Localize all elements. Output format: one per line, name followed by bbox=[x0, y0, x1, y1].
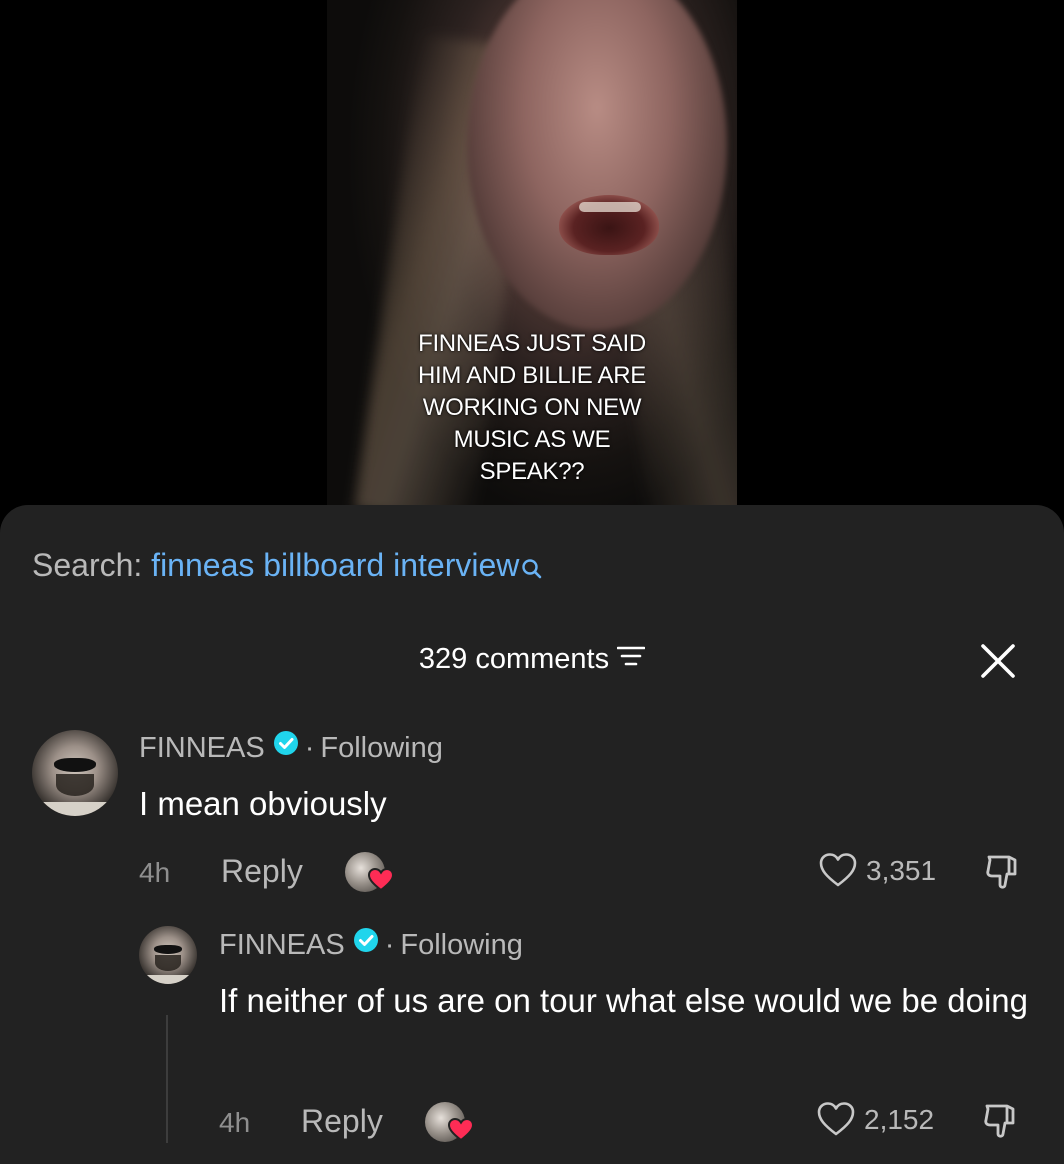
comments-sheet: Search: finneas billboard interview 329 … bbox=[0, 505, 1064, 1164]
comment-time: 4h bbox=[219, 1107, 251, 1138]
like-button[interactable]: 2,152 bbox=[816, 1101, 935, 1137]
heart-icon bbox=[367, 867, 395, 897]
search-icon[interactable] bbox=[521, 551, 543, 588]
comment-author-row: FINNEAS · Following bbox=[219, 927, 523, 961]
comment-count: 329 comments bbox=[418, 643, 610, 675]
like-button[interactable]: 3,351 bbox=[818, 852, 937, 888]
reply-button[interactable]: Reply bbox=[221, 853, 303, 890]
reply-button[interactable]: Reply bbox=[301, 1103, 383, 1140]
following-label: Following bbox=[320, 732, 443, 764]
heart-outline-icon[interactable] bbox=[818, 852, 858, 888]
video-frame[interactable]: FINNEAS JUST SAID HIM AND BILLIE ARE WOR… bbox=[327, 0, 737, 520]
search-term[interactable]: finneas billboard interview bbox=[151, 547, 519, 583]
video-caption-overlay: FINNEAS JUST SAID HIM AND BILLIE ARE WOR… bbox=[417, 330, 646, 485]
close-icon[interactable] bbox=[980, 643, 1016, 679]
comment-text: If neither of us are on tour what else w… bbox=[219, 982, 1028, 1019]
video-player[interactable]: FINNEAS JUST SAID HIM AND BILLIE ARE WOR… bbox=[0, 0, 1064, 520]
dislike-icon[interactable] bbox=[981, 1101, 1021, 1146]
comment-author[interactable]: FINNEAS bbox=[139, 732, 265, 764]
heart-icon bbox=[447, 1117, 475, 1147]
avatar[interactable] bbox=[139, 926, 197, 984]
verified-icon bbox=[273, 730, 299, 764]
comments-header: 329 comments bbox=[0, 643, 1064, 676]
heart-outline-icon[interactable] bbox=[816, 1101, 856, 1137]
comment-text: I mean obviously bbox=[139, 785, 387, 822]
thread-line bbox=[166, 1015, 168, 1143]
search-label: Search: bbox=[32, 547, 143, 583]
avatar[interactable] bbox=[32, 730, 118, 816]
dislike-icon[interactable] bbox=[983, 852, 1023, 897]
filter-icon[interactable] bbox=[616, 642, 646, 675]
like-count: 3,351 bbox=[866, 855, 937, 886]
following-label: Following bbox=[400, 929, 523, 961]
like-count: 2,152 bbox=[864, 1104, 935, 1135]
search-suggestion[interactable]: Search: finneas billboard interview bbox=[32, 547, 543, 588]
comment-time: 4h bbox=[139, 857, 171, 888]
verified-icon bbox=[353, 927, 379, 961]
video-teeth bbox=[579, 202, 641, 212]
comment-author[interactable]: FINNEAS bbox=[219, 929, 345, 961]
comment-author-row: FINNEAS · Following bbox=[139, 730, 443, 764]
